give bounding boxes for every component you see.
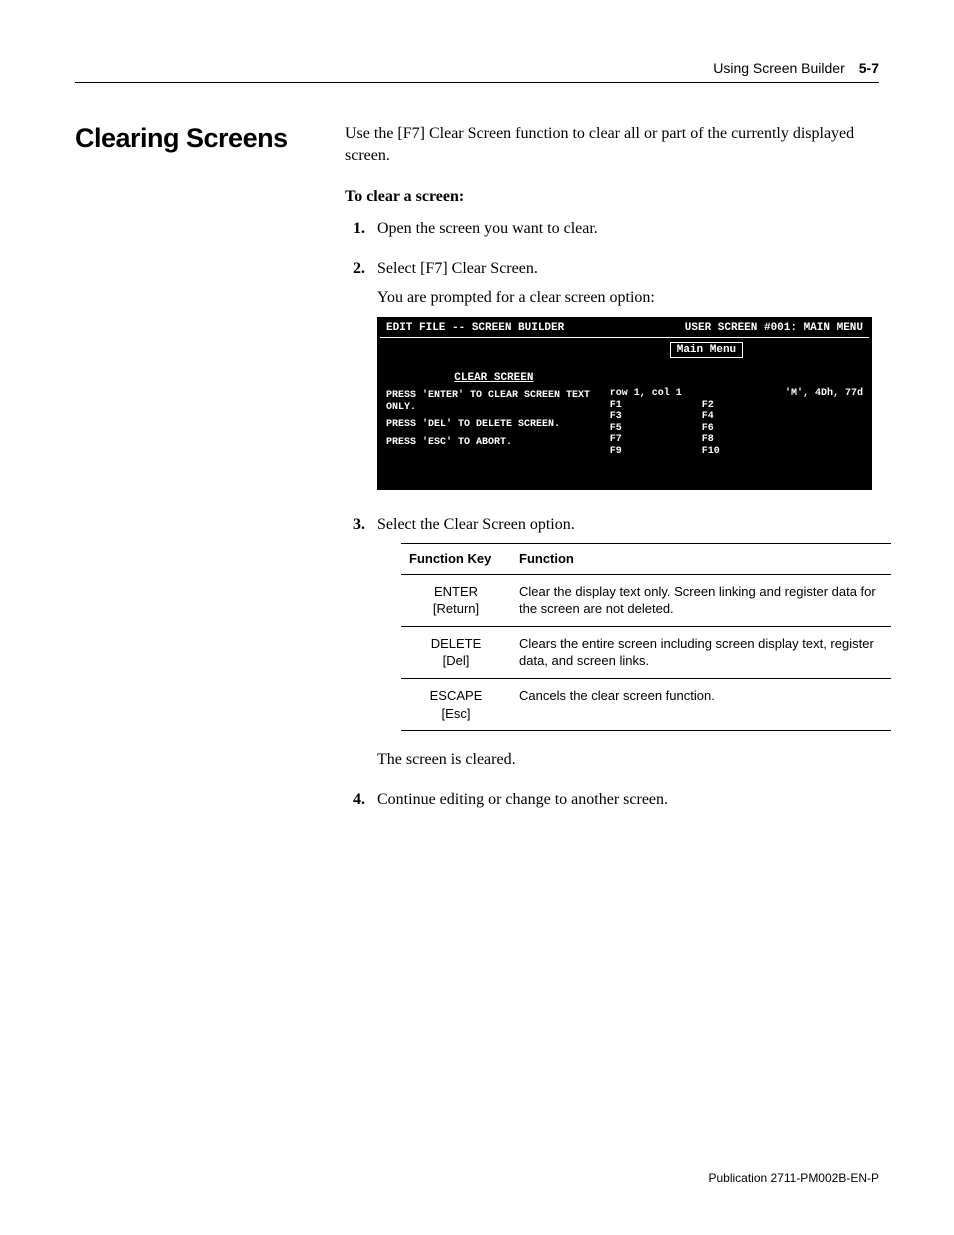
- publication-footer: Publication 2711-PM002B-EN-P: [708, 1171, 879, 1185]
- chapter-name: Using Screen Builder: [713, 60, 845, 76]
- clear-screen-heading: CLEAR SCREEN: [386, 372, 602, 385]
- desc-delete: Clears the entire screen including scree…: [511, 626, 891, 678]
- prompt-esc: PRESS 'ESC' TO ABORT.: [386, 437, 602, 449]
- th-function-key: Function Key: [401, 543, 511, 574]
- prompt-del: PRESS 'DEL' TO DELETE SCREEN.: [386, 419, 602, 431]
- th-function: Function: [511, 543, 891, 574]
- key-delete: DELETE [Del]: [401, 626, 511, 678]
- page-header: Using Screen Builder 5-7: [75, 60, 879, 83]
- step-3: Select the Clear Screen option. Function…: [345, 514, 891, 771]
- cursor-pos: row 1, col 1: [610, 388, 682, 400]
- desc-escape: Cancels the clear screen function.: [511, 679, 891, 731]
- fkeys-right: F2 F4 F6 F8 F10: [702, 400, 720, 458]
- key-enter: ENTER [Return]: [401, 574, 511, 626]
- steps-list: Open the screen you want to clear. Selec…: [345, 218, 891, 812]
- table-row: DELETE [Del] Clears the entire screen in…: [401, 626, 891, 678]
- main-menu-box: Main Menu: [670, 342, 743, 359]
- terminal-title-right: USER SCREEN #001: MAIN MENU: [685, 322, 863, 335]
- section-title: Clearing Screens: [75, 123, 345, 154]
- char-info: 'M', 4Dh, 77d: [785, 388, 863, 400]
- terminal-screenshot: EDIT FILE -- SCREEN BUILDER USER SCREEN …: [377, 317, 872, 490]
- step-1: Open the screen you want to clear.: [345, 218, 891, 240]
- prompt-enter: PRESS 'ENTER' TO CLEAR SCREEN TEXT ONLY.: [386, 390, 602, 413]
- page-number: 5-7: [859, 60, 879, 76]
- key-escape: ESCAPE [Esc]: [401, 679, 511, 731]
- procedure-heading: To clear a screen:: [345, 188, 891, 206]
- fkeys-left: F1 F3 F5 F7 F9: [610, 400, 622, 458]
- table-row: ESCAPE [Esc] Cancels the clear screen fu…: [401, 679, 891, 731]
- step-2: Select [F7] Clear Screen. You are prompt…: [345, 258, 891, 490]
- desc-enter: Clear the display text only. Screen link…: [511, 574, 891, 626]
- table-row: ENTER [Return] Clear the display text on…: [401, 574, 891, 626]
- terminal-title-left: EDIT FILE -- SCREEN BUILDER: [386, 322, 564, 335]
- intro-paragraph: Use the [F7] Clear Screen function to cl…: [345, 123, 891, 168]
- step-4: Continue editing or change to another sc…: [345, 789, 891, 811]
- function-key-table: Function Key Function ENTER [Return] Cle…: [401, 543, 891, 731]
